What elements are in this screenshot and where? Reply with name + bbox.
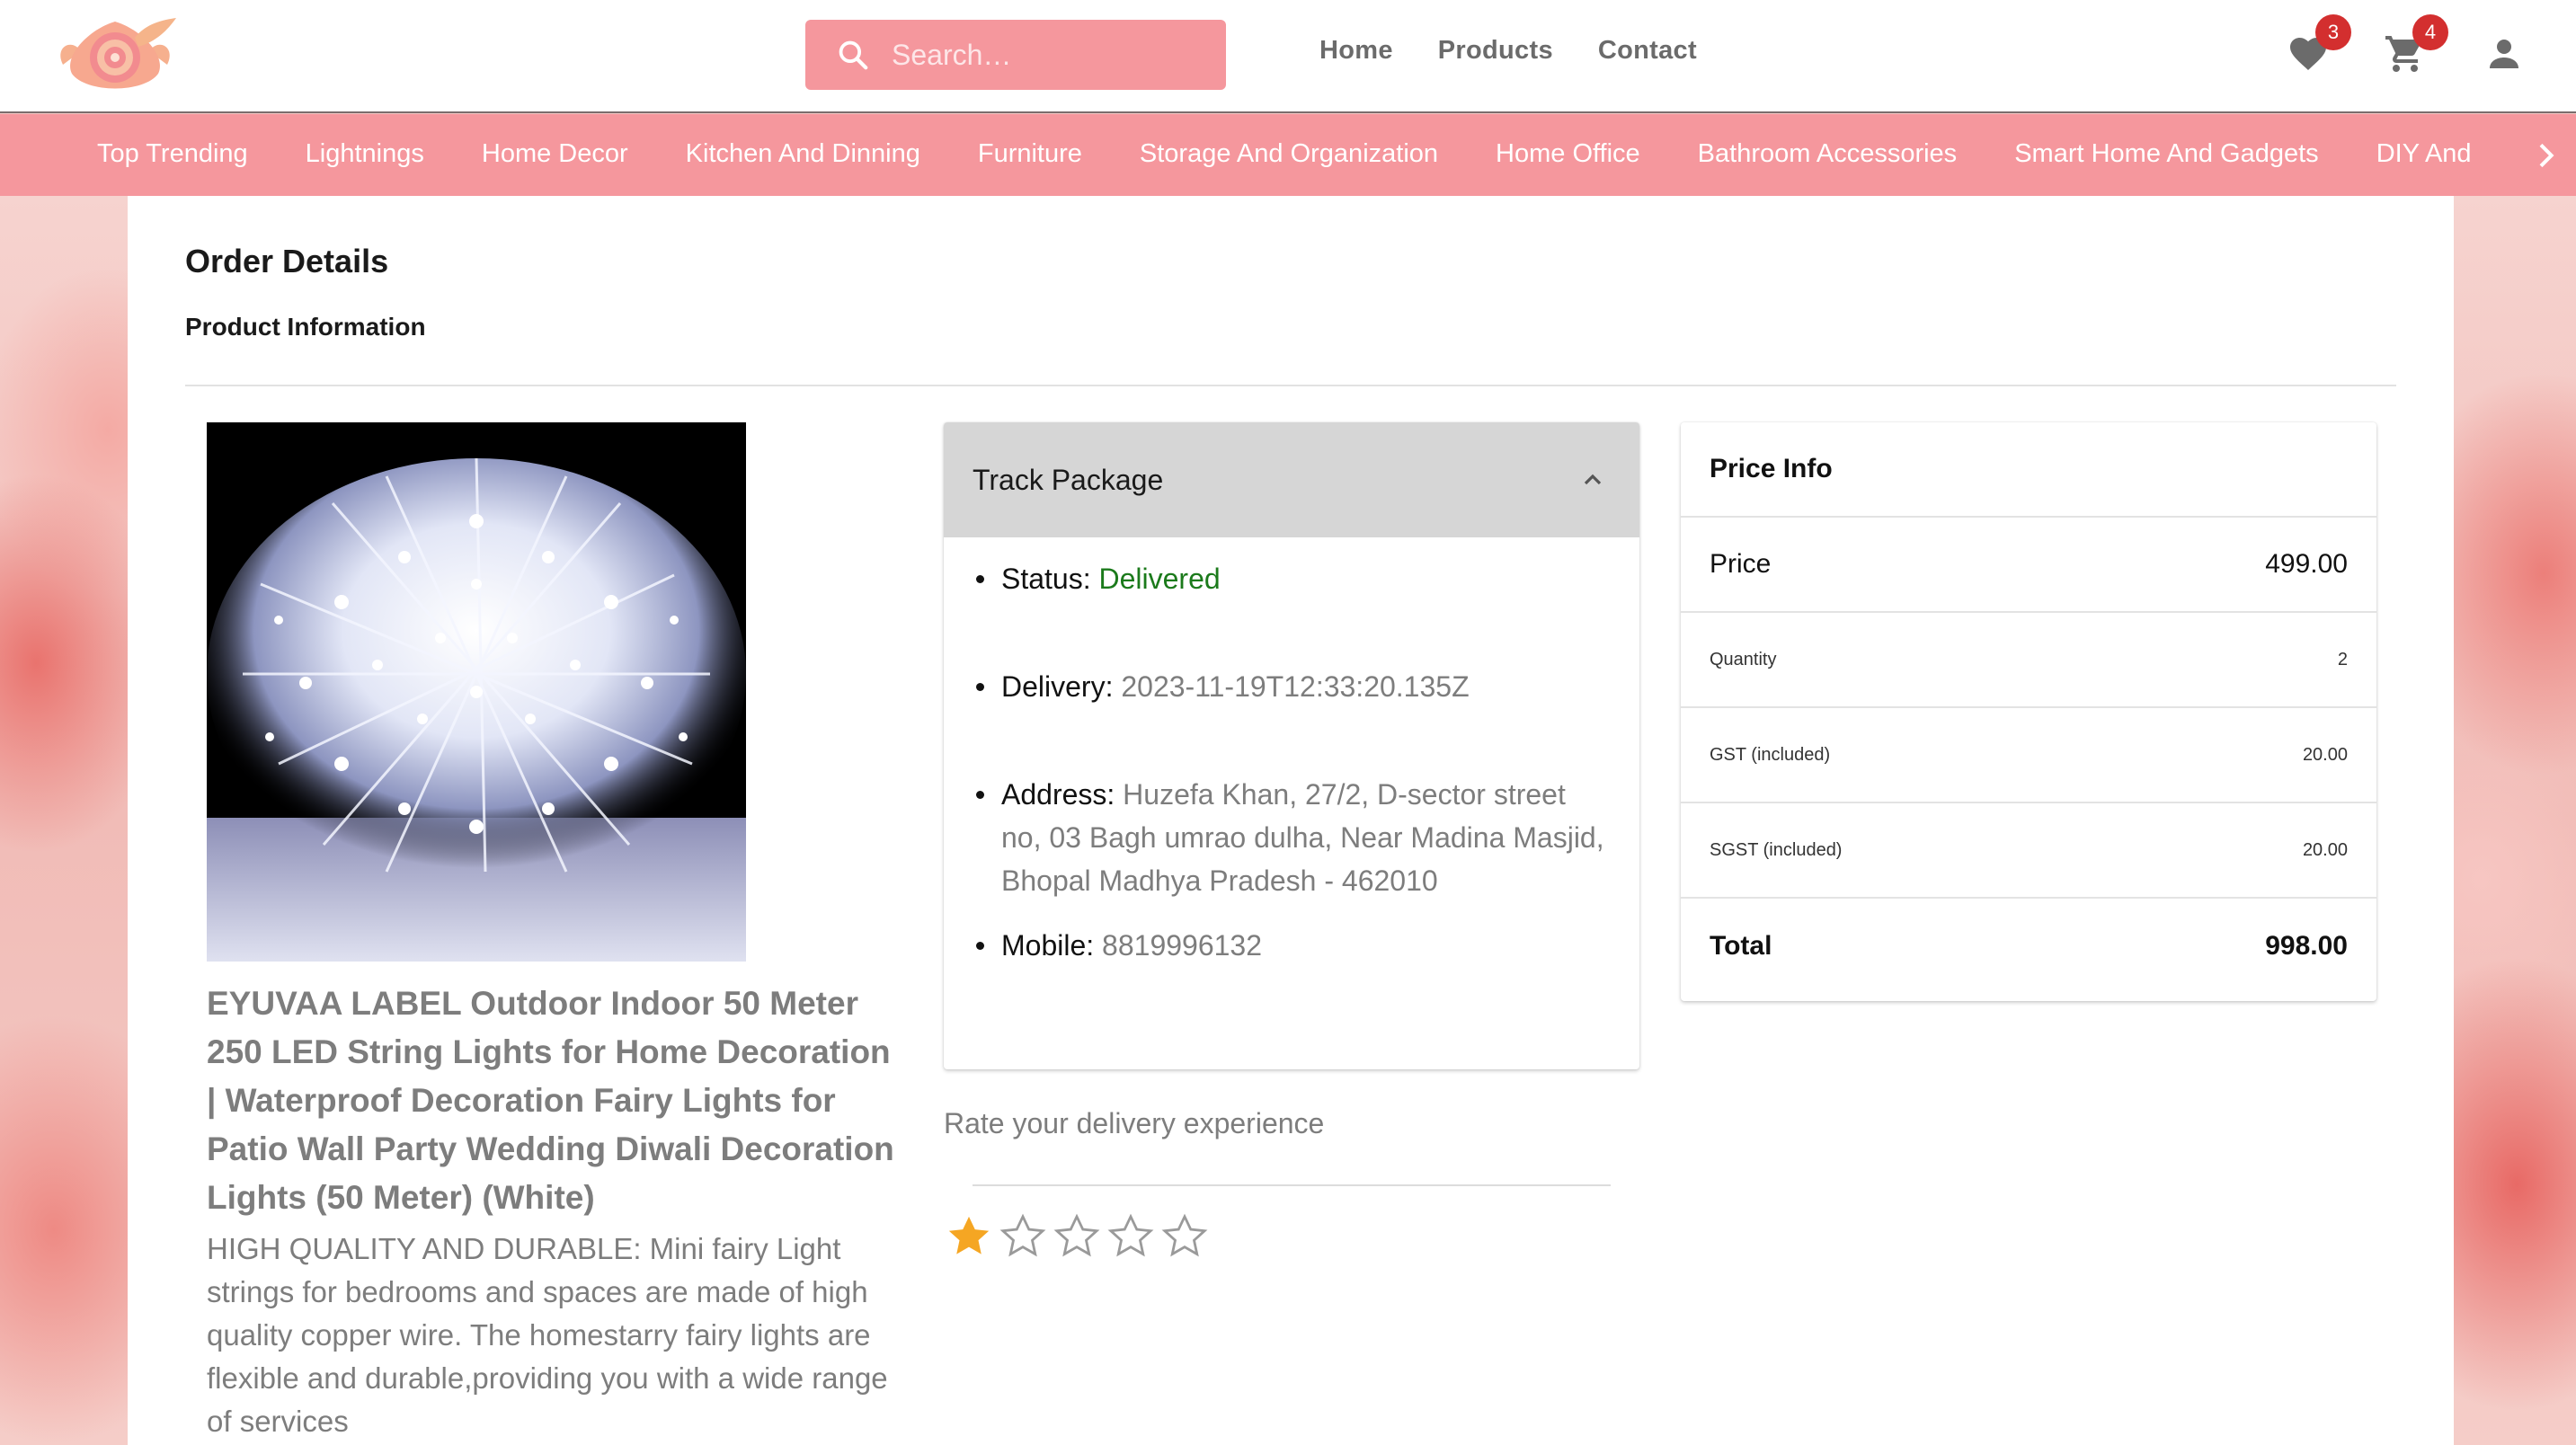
quantity-value: 2 <box>2337 649 2348 669</box>
category-item[interactable]: Smart Home And Gadgets <box>2014 139 2319 169</box>
price-label: Price <box>1710 549 1772 579</box>
chevron-up-icon[interactable] <box>1578 465 1607 494</box>
sgst-row: SGST (included) 20.00 <box>1681 803 2376 899</box>
sgst-label: SGST (included) <box>1710 839 1843 860</box>
nav-products-link[interactable]: Products <box>1438 36 1553 66</box>
category-item[interactable]: Home Office <box>1496 139 1640 169</box>
quantity-label: Quantity <box>1710 649 1777 669</box>
category-bar: Top Trending Lightnings Home Decor Kitch… <box>0 114 2576 196</box>
section-title: Product Information <box>185 313 426 341</box>
mobile-label: Mobile: <box>1001 929 1095 962</box>
nav-home-link[interactable]: Home <box>1319 36 1393 66</box>
track-package-title: Track Package <box>973 464 1164 496</box>
quantity-row: Quantity 2 <box>1681 613 2376 708</box>
rating-divider <box>973 1184 1611 1186</box>
wishlist-count-badge: 3 <box>2315 14 2351 50</box>
cart-count-badge: 4 <box>2412 14 2448 50</box>
tracking-mobile: Mobile: 8819996132 <box>975 924 1263 967</box>
page-title: Order Details <box>185 243 389 279</box>
category-item[interactable]: Kitchen And Dinning <box>686 139 920 169</box>
tracking-delivery: Delivery: 2023-11-19T12:33:20.135Z <box>976 665 1470 708</box>
status-label: Status: <box>1001 563 1091 595</box>
star-empty-icon[interactable] <box>1052 1211 1102 1262</box>
price-row: Price 499.00 <box>1681 518 2376 613</box>
tracking-status: Status: Delivered <box>976 557 1221 600</box>
search-input[interactable] <box>892 32 1206 77</box>
rating-stars[interactable] <box>944 1211 1210 1262</box>
price-info-header: Price Info <box>1681 422 2376 518</box>
price-value: 499.00 <box>2265 549 2348 579</box>
product-title[interactable]: EYUVAA LABEL Outdoor Indoor 50 Meter 250… <box>207 980 908 1222</box>
order-details-card: Order Details Product Information EYUVAA… <box>128 196 2454 1445</box>
star-filled-icon[interactable] <box>944 1211 994 1262</box>
category-item[interactable]: Furniture <box>978 139 1082 169</box>
product-description: HIGH QUALITY AND DURABLE: Mini fairy Lig… <box>207 1232 888 1438</box>
delivery-label: Delivery: <box>1001 670 1114 703</box>
delivery-value: 2023-11-19T12:33:20.135Z <box>1121 670 1470 703</box>
price-info-title: Price Info <box>1710 454 1833 483</box>
brand-logo-icon[interactable] <box>45 11 185 97</box>
product-image <box>207 422 746 962</box>
total-row: Total 998.00 <box>1681 899 2376 994</box>
section-divider <box>185 385 2396 386</box>
account-button[interactable] <box>2483 32 2526 75</box>
total-value: 998.00 <box>2265 931 2348 961</box>
category-list: Top Trending Lightnings Home Decor Kitch… <box>97 139 2529 169</box>
total-label: Total <box>1710 931 1772 961</box>
price-info-panel: Price Info Price 499.00 Quantity 2 GST (… <box>1681 422 2376 1001</box>
nav-contact-link[interactable]: Contact <box>1598 36 1697 66</box>
top-navigation: Home Products Contact <box>1319 36 1697 66</box>
track-package-panel: Track Package Status: Delivered Delivery… <box>944 422 1639 1069</box>
mobile-value: 8819996132 <box>1102 929 1263 962</box>
star-empty-icon[interactable] <box>1106 1211 1156 1262</box>
category-item[interactable]: Bathroom Accessories <box>1698 139 1958 169</box>
cart-button[interactable]: 4 <box>2384 14 2448 75</box>
status-value: Delivered <box>1098 563 1221 595</box>
category-item[interactable]: DIY And <box>2376 139 2472 169</box>
category-item[interactable]: Storage And Organization <box>1140 139 1438 169</box>
star-empty-icon[interactable] <box>998 1211 1048 1262</box>
category-item[interactable]: Home Decor <box>482 139 628 169</box>
gst-label: GST (included) <box>1710 744 1831 765</box>
search-icon[interactable] <box>836 38 870 72</box>
site-header: Home Products Contact 3 4 <box>0 0 2576 113</box>
chevron-right-icon[interactable] <box>2527 137 2563 173</box>
star-empty-icon[interactable] <box>1159 1211 1210 1262</box>
wishlist-button[interactable]: 3 <box>2287 14 2351 75</box>
search-bar[interactable] <box>805 20 1226 90</box>
user-icon <box>2490 40 2518 68</box>
gst-row: GST (included) 20.00 <box>1681 708 2376 803</box>
track-package-header[interactable]: Track Package <box>944 422 1639 537</box>
category-item[interactable]: Lightnings <box>306 139 424 169</box>
category-item[interactable]: Top Trending <box>97 139 248 169</box>
gst-value: 20.00 <box>2302 744 2348 765</box>
sgst-value: 20.00 <box>2302 839 2348 860</box>
tracking-address: Address: Huzefa Khan, 27/2, D-sector str… <box>976 773 1612 902</box>
address-label: Address: <box>1001 778 1115 811</box>
rating-label: Rate your delivery experience <box>944 1107 1325 1139</box>
